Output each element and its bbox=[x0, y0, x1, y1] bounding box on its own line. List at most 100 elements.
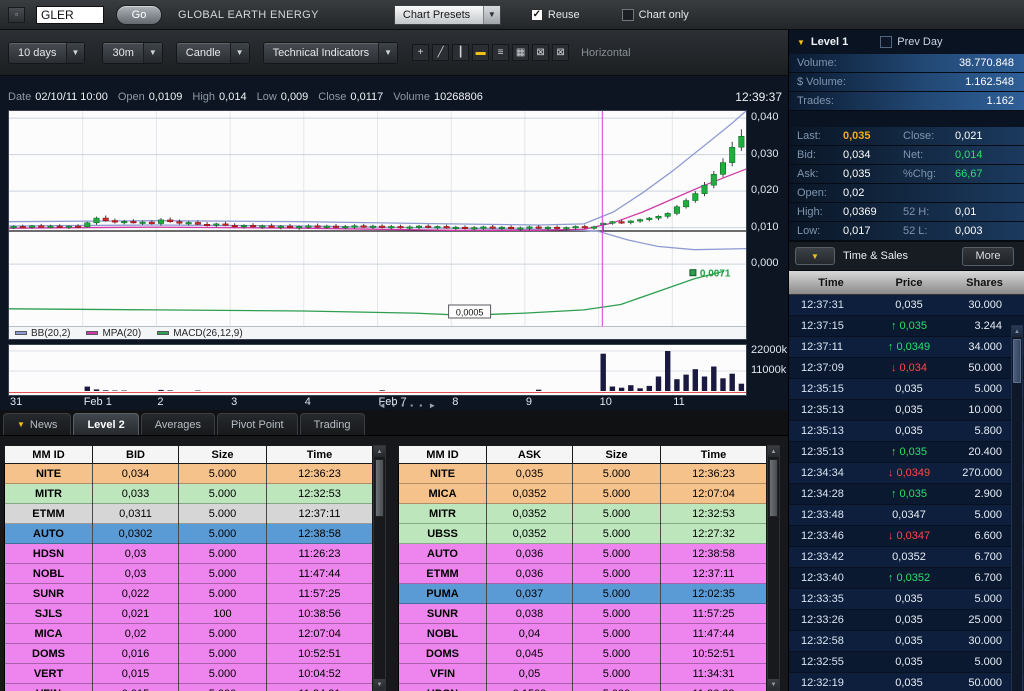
size-cell: 5.000 bbox=[573, 624, 661, 644]
time-sales-row[interactable]: 12:33:350,0355.000 bbox=[789, 589, 1024, 610]
size-cell: 5.000 bbox=[573, 524, 661, 544]
column-header: Shares bbox=[945, 277, 1024, 289]
table-row[interactable]: MITR0,03525.00012:32:53 bbox=[399, 504, 767, 524]
table-row[interactable]: MICA0,03525.00012:07:04 bbox=[399, 484, 767, 504]
chart-legend: BB(20,2)MPA(20)MACD(26,12,9) bbox=[9, 326, 746, 339]
scroll-up-icon[interactable]: ▲ bbox=[1012, 326, 1022, 338]
time-sales-row[interactable]: 12:32:190,03550.000 bbox=[789, 673, 1024, 691]
level1-dropdown-icon[interactable]: ▼ bbox=[797, 38, 805, 47]
erase-tool-icon[interactable]: ⊠ bbox=[532, 44, 549, 61]
mm-id-cell: HDSN bbox=[399, 684, 487, 691]
table-row[interactable]: NITE0,0355.00012:36:23 bbox=[399, 464, 767, 484]
table-row[interactable]: ETMM0,03115.00012:37:11 bbox=[5, 504, 373, 524]
volume-axis-tick: 22000k bbox=[751, 344, 787, 356]
time-sales-row[interactable]: 12:32:550,0355.000 bbox=[789, 652, 1024, 673]
bid-scrollbar[interactable]: ▲ ▼ bbox=[373, 445, 386, 691]
table-row[interactable]: DOMS0,0165.00010:52:51 bbox=[5, 644, 373, 664]
scroll-down-icon[interactable]: ▼ bbox=[374, 678, 385, 690]
window-icon[interactable]: ▫ bbox=[8, 7, 25, 23]
price-plot[interactable]: 0,00710,0005 BB(20,2)MPA(20)MACD(26,12,9… bbox=[8, 110, 747, 340]
price-cell: 0,037 bbox=[487, 584, 573, 604]
table-row[interactable]: VFIN0,0155.00011:34:31 bbox=[5, 684, 373, 691]
table-row[interactable]: SUNR0,0225.00011:57:25 bbox=[5, 584, 373, 604]
table-row[interactable]: SJLS0,02110010:38:56 bbox=[5, 604, 373, 624]
table-row[interactable]: NOBL0,045.00011:47:44 bbox=[399, 624, 767, 644]
table-row[interactable]: SUNR0,0385.00011:57:25 bbox=[399, 604, 767, 624]
table-row[interactable]: ETMM0,0365.00012:37:11 bbox=[399, 564, 767, 584]
table-row[interactable]: NITE0,0345.00012:36:23 bbox=[5, 464, 373, 484]
mm-id-cell: VERT bbox=[5, 664, 93, 684]
fibonacci-tool-icon[interactable]: ≡ bbox=[492, 44, 509, 61]
more-button[interactable]: More bbox=[962, 247, 1014, 266]
tab-level-2[interactable]: Level 2 bbox=[73, 413, 138, 435]
chart-presets-select[interactable]: Chart Presets ▼ bbox=[394, 5, 501, 25]
scrollbar-thumb[interactable] bbox=[1013, 339, 1021, 383]
chart-info-label: Date bbox=[8, 91, 31, 103]
quote-value: 0,021 bbox=[955, 130, 1016, 142]
legend-item: BB(20,2) bbox=[15, 328, 70, 339]
scroll-down-icon[interactable]: ▼ bbox=[768, 678, 779, 690]
table-row[interactable]: AUTO0,0365.00012:38:58 bbox=[399, 544, 767, 564]
time-sales-row[interactable]: 12:37:09↓ 0,03450.000 bbox=[789, 358, 1024, 379]
add-tool-icon[interactable]: + bbox=[412, 44, 429, 61]
chart-info-label: High bbox=[192, 91, 215, 103]
chart-type-select[interactable]: Candle ▼ bbox=[176, 42, 250, 64]
reuse-checkbox[interactable]: ✓ Reuse bbox=[531, 9, 580, 21]
time-sales-row[interactable]: 12:32:580,03530.000 bbox=[789, 631, 1024, 652]
mm-id-cell: ETMM bbox=[399, 564, 487, 584]
table-row[interactable]: DOMS0,0455.00010:52:51 bbox=[399, 644, 767, 664]
interval-select[interactable]: 30m ▼ bbox=[102, 42, 162, 64]
table-row[interactable]: MITR0,0335.00012:32:53 bbox=[5, 484, 373, 504]
table-row[interactable]: VFIN0,055.00011:34:31 bbox=[399, 664, 767, 684]
table-row[interactable]: AUTO0,03025.00012:38:58 bbox=[5, 524, 373, 544]
tab-trading[interactable]: Trading bbox=[300, 413, 365, 435]
price-cell: 0,02 bbox=[93, 624, 179, 644]
chart-only-checkbox[interactable]: Chart only bbox=[622, 9, 689, 21]
erase-all-tool-icon[interactable]: ⊠ bbox=[552, 44, 569, 61]
time-sales-row[interactable]: 12:37:11↑ 0,034934.000 bbox=[789, 337, 1024, 358]
scroll-up-icon[interactable]: ▲ bbox=[768, 446, 779, 458]
time-sales-row[interactable]: 12:33:420,03526.700 bbox=[789, 547, 1024, 568]
time-sales-row[interactable]: 12:35:130,0355.800 bbox=[789, 421, 1024, 442]
time-sales-row[interactable]: 12:35:150,0355.000 bbox=[789, 379, 1024, 400]
scrollbar-thumb[interactable] bbox=[769, 459, 778, 517]
table-row[interactable]: PUMA0,0375.00012:02:35 bbox=[399, 584, 767, 604]
time-sales-row[interactable]: 12:33:40↑ 0,03526.700 bbox=[789, 568, 1024, 589]
time-sales-row[interactable]: 12:35:13↑ 0,03520.400 bbox=[789, 442, 1024, 463]
tab-pivot-point[interactable]: Pivot Point bbox=[217, 413, 298, 435]
trend-line-tool-icon[interactable]: ╱ bbox=[432, 44, 449, 61]
scrollbar-thumb[interactable] bbox=[375, 459, 384, 517]
size-cell: 5.000 bbox=[573, 504, 661, 524]
vertical-line-tool-icon[interactable]: ┃ bbox=[452, 44, 469, 61]
table-row[interactable]: HDSN0,15095.00011:26:23 bbox=[399, 684, 767, 691]
table-row[interactable]: VERT0,0155.00010:04:52 bbox=[5, 664, 373, 684]
size-cell: 5.000 bbox=[179, 524, 267, 544]
go-button[interactable]: Go bbox=[116, 5, 162, 25]
time-sales-dropdown-button[interactable]: ▼ bbox=[795, 247, 835, 265]
time-sales-row[interactable]: 12:34:34↓ 0,0349270.000 bbox=[789, 463, 1024, 484]
scroll-up-icon[interactable]: ▲ bbox=[374, 446, 385, 458]
symbol-input[interactable] bbox=[36, 6, 104, 24]
range-select[interactable]: 10 days ▼ bbox=[8, 42, 85, 64]
tab-averages[interactable]: Averages bbox=[141, 413, 215, 435]
technical-indicators-select[interactable]: Technical Indicators ▼ bbox=[263, 42, 399, 64]
time-sales-row[interactable]: 12:34:28↑ 0,0352.900 bbox=[789, 484, 1024, 505]
time-sales-scrollbar[interactable]: ▲ bbox=[1011, 325, 1023, 691]
chart-info-label: Close bbox=[318, 91, 346, 103]
time-sales-row[interactable]: 12:37:310,03530.000 bbox=[789, 295, 1024, 316]
time-sales-row[interactable]: 12:33:260,03525.000 bbox=[789, 610, 1024, 631]
table-row[interactable]: HDSN0,035.00011:26:23 bbox=[5, 544, 373, 564]
table-row[interactable]: UBSS0,03525.00012:27:32 bbox=[399, 524, 767, 544]
time-sales-row[interactable]: 12:35:130,03510.000 bbox=[789, 400, 1024, 421]
volume-plot[interactable] bbox=[8, 344, 747, 396]
prev-day-checkbox[interactable]: Prev Day bbox=[880, 36, 942, 48]
grid-tool-icon[interactable]: ▦ bbox=[512, 44, 529, 61]
horizontal-line-tool-icon[interactable]: ▬ bbox=[472, 44, 489, 61]
time-sales-row[interactable]: 12:33:46↓ 0,03476.600 bbox=[789, 526, 1024, 547]
time-sales-row[interactable]: 12:37:15↑ 0,0353.244 bbox=[789, 316, 1024, 337]
table-row[interactable]: MICA0,025.00012:07:04 bbox=[5, 624, 373, 644]
time-sales-row[interactable]: 12:33:480,03475.000 bbox=[789, 505, 1024, 526]
table-row[interactable]: NOBL0,035.00011:47:44 bbox=[5, 564, 373, 584]
ask-scrollbar[interactable]: ▲ ▼ bbox=[767, 445, 780, 691]
tab-news[interactable]: ▼News bbox=[3, 413, 71, 435]
